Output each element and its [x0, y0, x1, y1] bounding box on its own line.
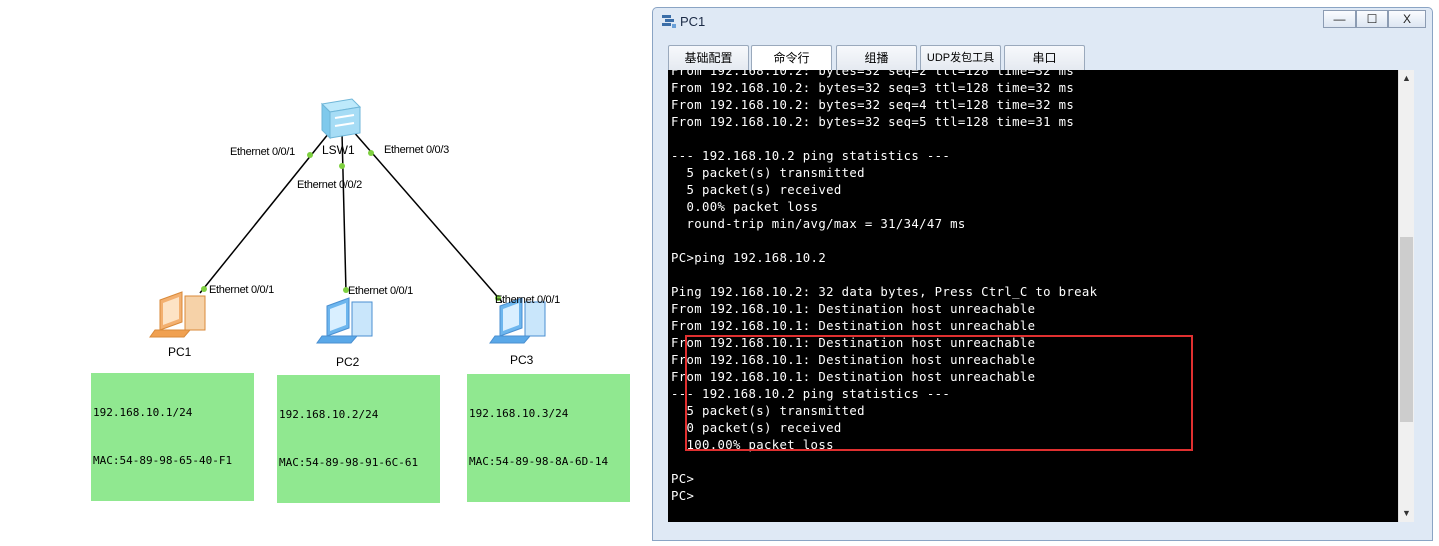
close-button[interactable]: X	[1388, 10, 1426, 28]
tab-serial[interactable]: 串口	[1004, 45, 1085, 71]
pc1-mac: MAC:54-89-98-65-40-F1	[93, 454, 233, 467]
console-line: 5 packet(s) received	[671, 183, 842, 197]
console-line: 0.00% packet loss	[671, 200, 819, 214]
pc1-info-box: 192.168.10.1/24 MAC:54-89-98-65-40-F1	[91, 373, 254, 501]
port-label: Ethernet 0/0/2	[297, 179, 362, 191]
console-line: 5 packet(s) transmitted	[671, 166, 865, 180]
console-line: From 192.168.10.1: Destination host unre…	[671, 319, 1036, 333]
scroll-up-icon[interactable]: ▲	[1399, 70, 1414, 87]
minimize-button[interactable]: —	[1323, 10, 1356, 28]
console-scrollbar[interactable]: ▲ ▼	[1398, 70, 1414, 522]
window-title: PC1	[680, 14, 706, 29]
link-dot	[339, 163, 345, 169]
pc2-info-box: 192.168.10.2/24 MAC:54-89-98-91-6C-61	[277, 375, 440, 503]
tab-command-line[interactable]: 命令行	[751, 45, 832, 71]
console-line: Ping 192.168.10.2: 32 data bytes, Press …	[671, 285, 1098, 299]
port-label: Ethernet 0/0/1	[209, 284, 274, 296]
console-line: From 192.168.10.2: bytes=32 seq=3 ttl=12…	[671, 81, 1075, 95]
port-label: Ethernet 0/0/3	[384, 144, 449, 156]
port-label: Ethernet 0/0/1	[348, 285, 413, 297]
console-line: From 192.168.10.1: Destination host unre…	[671, 302, 1036, 316]
scroll-down-icon[interactable]: ▼	[1399, 505, 1414, 522]
highlight-box	[685, 335, 1193, 451]
pc1-label: PC1	[168, 345, 192, 359]
network-topology: LSW1 Ethernet 0/0/1 Ethernet 0/0/2 Ether…	[0, 0, 645, 546]
pc1-ip: 192.168.10.1/24	[93, 406, 193, 419]
console-line: From 192.168.10.2: bytes=32 seq=5 ttl=12…	[671, 115, 1075, 129]
pc2-ip: 192.168.10.2/24	[279, 408, 379, 421]
console-line: PC>	[671, 489, 695, 503]
tab-basic-config[interactable]: 基础配置	[668, 45, 749, 71]
pc3-ip: 192.168.10.3/24	[469, 407, 569, 420]
pc3-mac: MAC:54-89-98-8A-6D-14	[469, 455, 609, 468]
title-bar[interactable]: PC1 — ☐ X	[653, 8, 1432, 34]
port-label: Ethernet 0/0/1	[495, 294, 560, 306]
scroll-thumb[interactable]	[1400, 237, 1413, 422]
tab-multicast[interactable]: 组播	[836, 45, 917, 71]
port-label: Ethernet 0/0/1	[230, 146, 295, 158]
console-line: PC>	[671, 472, 695, 486]
pc3-label: PC3	[510, 353, 534, 367]
console-line: round-trip min/avg/max = 31/34/47 ms	[671, 217, 966, 231]
pc3-info-box: 192.168.10.3/24 MAC:54-89-98-8A-6D-14	[467, 374, 630, 502]
switch-icon	[320, 98, 362, 140]
app-icon	[662, 15, 676, 28]
link-dot	[368, 150, 374, 156]
console-line: From 192.168.10.2: bytes=32 seq=2 ttl=12…	[671, 70, 1075, 78]
pc2-mac: MAC:54-89-98-91-6C-61	[279, 456, 419, 469]
pc1-icon	[149, 291, 206, 338]
maximize-button[interactable]: ☐	[1356, 10, 1388, 28]
console-line: PC>ping 192.168.10.2	[671, 251, 827, 265]
command-console[interactable]: From 192.168.10.2: bytes=32 seq=2 ttl=12…	[668, 70, 1398, 522]
console-line: --- 192.168.10.2 ping statistics ---	[671, 149, 951, 163]
link-dot	[307, 152, 313, 158]
link-dot	[201, 286, 207, 292]
pc1-window: PC1 — ☐ X 基础配置 命令行 组播 UDP发包工具 串口 From 19…	[652, 7, 1433, 541]
switch-label: LSW1	[322, 143, 355, 157]
tab-udp-tool[interactable]: UDP发包工具	[920, 45, 1001, 71]
pc2-label: PC2	[336, 355, 360, 369]
pc2-icon	[316, 297, 373, 344]
console-line: From 192.168.10.2: bytes=32 seq=4 ttl=12…	[671, 98, 1075, 112]
